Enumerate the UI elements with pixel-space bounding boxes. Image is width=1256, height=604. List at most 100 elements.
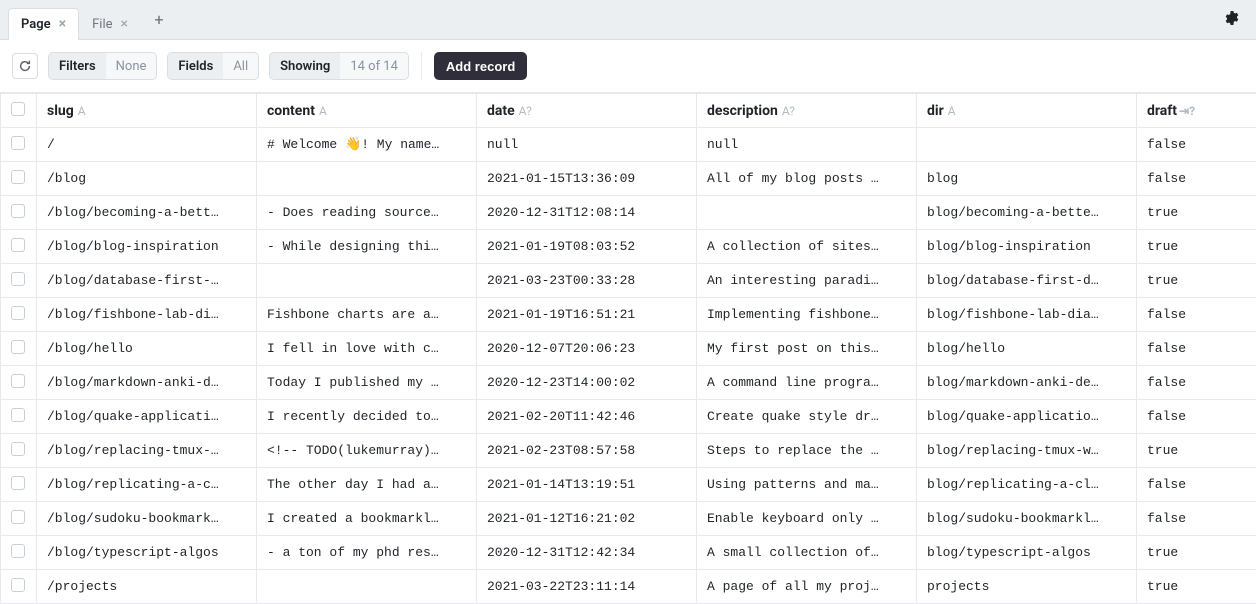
cell-slug[interactable]: /blog/fishbone-lab-di… <box>37 298 257 332</box>
cell-date[interactable]: 2020-12-07T20:06:23 <box>477 332 697 366</box>
cell-date[interactable]: 2021-01-19T16:51:21 <box>477 298 697 332</box>
cell-slug[interactable]: /blog <box>37 162 257 196</box>
table-row[interactable]: /blog/typescript-algos- a ton of my phd … <box>1 536 1256 570</box>
row-checkbox-cell[interactable] <box>1 298 37 332</box>
cell-draft[interactable]: false <box>1137 298 1256 332</box>
cell-content[interactable] <box>257 570 477 604</box>
checkbox-icon[interactable] <box>11 204 25 218</box>
checkbox-icon[interactable] <box>11 136 25 150</box>
checkbox-icon[interactable] <box>11 238 25 252</box>
cell-content[interactable]: I recently decided to… <box>257 400 477 434</box>
table-row[interactable]: /blog 2021-01-15T13:36:09All of my blog p… <box>1 162 1256 196</box>
table-row[interactable]: /blog/blog-inspiration- While designing … <box>1 230 1256 264</box>
cell-description[interactable]: A page of all my proj… <box>697 570 917 604</box>
cell-content[interactable]: Fishbone charts are a… <box>257 298 477 332</box>
cell-dir[interactable]: blog/replacing-tmux-w… <box>917 434 1137 468</box>
cell-dir[interactable]: blog/blog-inspiration <box>917 230 1137 264</box>
cell-description[interactable]: A command line progra… <box>697 366 917 400</box>
refresh-button[interactable] <box>12 53 38 79</box>
cell-date[interactable]: 2021-03-23T00:33:28 <box>477 264 697 298</box>
cell-slug[interactable]: /blog/sudoku-bookmark… <box>37 502 257 536</box>
cell-content[interactable]: The other day I had a… <box>257 468 477 502</box>
cell-date[interactable]: 2021-02-20T11:42:46 <box>477 400 697 434</box>
close-icon[interactable]: × <box>59 16 66 32</box>
cell-draft[interactable]: true <box>1137 536 1256 570</box>
filters-pill[interactable]: Filters None <box>48 52 157 80</box>
cell-draft[interactable]: true <box>1137 230 1256 264</box>
table-row[interactable]: /blog/replicating-a-c…The other day I ha… <box>1 468 1256 502</box>
table-row[interactable]: /blog/becoming-a-bett…- Does reading sou… <box>1 196 1256 230</box>
add-tab-button[interactable]: + <box>145 6 173 34</box>
table-row[interactable]: /blog/sudoku-bookmark…I created a bookma… <box>1 502 1256 536</box>
cell-content[interactable]: - Does reading source… <box>257 196 477 230</box>
cell-content[interactable]: - a ton of my phd res… <box>257 536 477 570</box>
col-header-slug[interactable]: slugA <box>37 94 257 128</box>
cell-date[interactable]: 2021-01-19T08:03:52 <box>477 230 697 264</box>
cell-dir[interactable]: blog/fishbone-lab-dia… <box>917 298 1137 332</box>
checkbox-icon[interactable] <box>11 170 25 184</box>
fields-pill[interactable]: Fields All <box>167 52 259 80</box>
checkbox-icon[interactable] <box>11 476 25 490</box>
cell-draft[interactable]: false <box>1137 128 1256 162</box>
cell-draft[interactable]: false <box>1137 366 1256 400</box>
cell-content[interactable]: - While designing thi… <box>257 230 477 264</box>
cell-draft[interactable]: true <box>1137 196 1256 230</box>
col-header-description[interactable]: descriptionA? <box>697 94 917 128</box>
cell-slug[interactable]: /blog/becoming-a-bett… <box>37 196 257 230</box>
cell-description[interactable]: Create quake style dr… <box>697 400 917 434</box>
cell-draft[interactable]: true <box>1137 264 1256 298</box>
cell-date[interactable]: 2020-12-23T14:00:02 <box>477 366 697 400</box>
checkbox-icon[interactable] <box>11 408 25 422</box>
tab-file[interactable]: File × <box>79 8 141 40</box>
cell-description[interactable]: A small collection of… <box>697 536 917 570</box>
cell-dir[interactable]: blog/hello <box>917 332 1137 366</box>
row-checkbox-cell[interactable] <box>1 502 37 536</box>
cell-slug[interactable]: /blog/quake-applicati… <box>37 400 257 434</box>
cell-draft[interactable]: false <box>1137 162 1256 196</box>
table-row[interactable]: /blog/helloI fell in love with c…2020-12… <box>1 332 1256 366</box>
cell-date[interactable]: null <box>477 128 697 162</box>
col-header-draft[interactable]: draft⇥? <box>1137 94 1256 128</box>
cell-date[interactable]: 2021-01-12T16:21:02 <box>477 502 697 536</box>
cell-description[interactable]: All of my blog posts … <box>697 162 917 196</box>
table-row[interactable]: /blog/markdown-anki-d…Today I published … <box>1 366 1256 400</box>
checkbox-icon[interactable] <box>11 510 25 524</box>
cell-description[interactable]: My first post on this… <box>697 332 917 366</box>
row-checkbox-cell[interactable] <box>1 264 37 298</box>
row-checkbox-cell[interactable] <box>1 400 37 434</box>
cell-content[interactable]: # Welcome 👋! My name… <box>257 128 477 162</box>
cell-slug[interactable]: /projects <box>37 570 257 604</box>
row-checkbox-cell[interactable] <box>1 230 37 264</box>
cell-date[interactable]: 2021-01-15T13:36:09 <box>477 162 697 196</box>
cell-content[interactable]: Today I published my … <box>257 366 477 400</box>
cell-dir[interactable]: blog/becoming-a-bette… <box>917 196 1137 230</box>
cell-draft[interactable]: false <box>1137 468 1256 502</box>
cell-dir[interactable]: blog/sudoku-bookmarkl… <box>917 502 1137 536</box>
cell-dir[interactable]: blog/typescript-algos <box>917 536 1137 570</box>
cell-draft[interactable]: true <box>1137 570 1256 604</box>
table-row[interactable]: /projects 2021-03-22T23:11:14A page of al… <box>1 570 1256 604</box>
close-icon[interactable]: × <box>121 16 128 32</box>
cell-dir[interactable]: blog <box>917 162 1137 196</box>
cell-slug[interactable]: /blog/database-first-… <box>37 264 257 298</box>
row-checkbox-cell[interactable] <box>1 536 37 570</box>
cell-date[interactable]: 2021-03-22T23:11:14 <box>477 570 697 604</box>
gear-icon[interactable] <box>1216 10 1248 30</box>
cell-content[interactable]: I created a bookmarkl… <box>257 502 477 536</box>
select-all-header[interactable] <box>1 94 37 128</box>
row-checkbox-cell[interactable] <box>1 196 37 230</box>
cell-draft[interactable]: true <box>1137 434 1256 468</box>
cell-draft[interactable]: false <box>1137 400 1256 434</box>
cell-content[interactable]: I fell in love with c… <box>257 332 477 366</box>
cell-description[interactable]: A collection of sites… <box>697 230 917 264</box>
checkbox-icon[interactable] <box>11 102 25 116</box>
cell-slug[interactable]: /blog/blog-inspiration <box>37 230 257 264</box>
cell-description[interactable]: Enable keyboard only … <box>697 502 917 536</box>
cell-dir[interactable]: blog/replicating-a-cl… <box>917 468 1137 502</box>
cell-date[interactable]: 2020-12-31T12:08:14 <box>477 196 697 230</box>
tab-page[interactable]: Page × <box>8 8 79 40</box>
cell-date[interactable]: 2021-02-23T08:57:58 <box>477 434 697 468</box>
checkbox-icon[interactable] <box>11 544 25 558</box>
cell-description[interactable]: An interesting paradi… <box>697 264 917 298</box>
cell-dir[interactable]: blog/markdown-anki-de… <box>917 366 1137 400</box>
